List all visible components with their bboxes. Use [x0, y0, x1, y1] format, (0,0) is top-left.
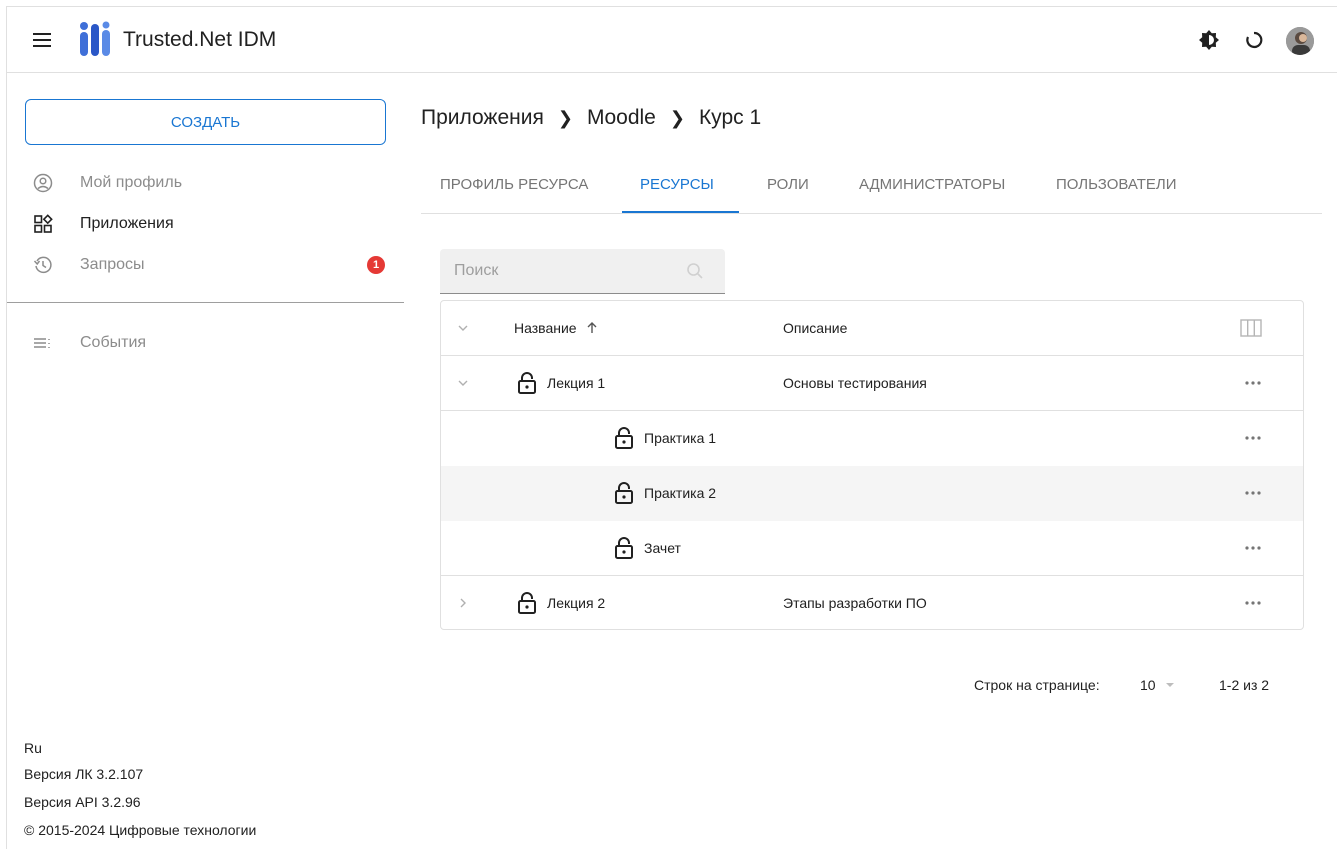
row-name-cell: Зачет [614, 521, 681, 575]
sidebar-item-label: Запросы [80, 256, 145, 273]
rows-per-page-select[interactable]: 10 [1140, 677, 1176, 693]
row-name: Практика 1 [644, 430, 717, 446]
resources-table: Название Описание Лекция 1 Основы тестир… [440, 300, 1304, 630]
row-description: Основы тестирования [783, 375, 927, 391]
sidebar-item-applications[interactable]: Приложения [32, 213, 174, 235]
breadcrumb-item-moodle[interactable]: Moodle [587, 106, 656, 130]
sidebar-item-label: События [80, 334, 147, 351]
tab-administrators[interactable]: АДМИНИСТРАТОРЫ [859, 176, 1005, 193]
rows-per-page-value: 10 [1140, 677, 1156, 693]
table-row[interactable]: Лекция 1 Основы тестирования [441, 356, 1303, 411]
avatar[interactable] [1286, 27, 1314, 55]
search-input[interactable] [440, 249, 680, 293]
sidebar-item-profile[interactable]: Мой профиль [32, 172, 182, 194]
column-header-label: Название [514, 320, 577, 336]
sidebar-item-label: Мой профиль [80, 174, 183, 191]
table-row[interactable]: Практика 2 [441, 466, 1303, 521]
columns-settings-icon[interactable] [1239, 317, 1263, 339]
lock-open-icon [518, 372, 536, 394]
tab-resource-profile[interactable]: ПРОФИЛЬ РЕСУРСА [440, 176, 588, 193]
breadcrumb-item-applications[interactable]: Приложения [421, 106, 544, 130]
lock-open-icon [615, 482, 633, 504]
refresh-icon[interactable] [1242, 28, 1266, 52]
more-options-icon[interactable] [1243, 378, 1263, 388]
row-name-cell: Практика 1 [614, 411, 716, 465]
api-version: Версия API 3.2.96 [24, 794, 141, 810]
dropdown-arrow-icon [1165, 683, 1174, 687]
column-header-description[interactable]: Описание [783, 301, 847, 355]
row-name: Лекция 1 [547, 375, 606, 391]
tabs: ПРОФИЛЬ РЕСУРСА РЕСУРСЫ РОЛИ АДМИНИСТРАТ… [421, 160, 1322, 214]
chevron-right-icon: ❯ [557, 107, 573, 128]
tab-roles[interactable]: РОЛИ [767, 176, 809, 193]
tab-users[interactable]: ПОЛЬЗОВАТЕЛИ [1056, 176, 1177, 193]
row-name: Зачет [644, 540, 681, 556]
chevron-right-icon: ❯ [669, 107, 685, 128]
lock-open-icon [518, 592, 536, 614]
create-button[interactable]: СОЗДАТЬ [25, 99, 386, 145]
row-description: Этапы разработки ПО [783, 595, 927, 611]
pagination-range: 1-2 из 2 [1219, 677, 1270, 693]
breadcrumb-item-course: Курс 1 [698, 106, 762, 129]
row-name-cell: Лекция 1 [517, 356, 605, 410]
row-name: Лекция 2 [547, 595, 606, 611]
menu-icon[interactable] [31, 29, 53, 51]
app-logo-icon [80, 21, 110, 56]
more-options-icon[interactable] [1243, 598, 1263, 608]
lock-open-icon [615, 537, 633, 559]
sidebar-divider [7, 302, 404, 303]
account-circle-icon [32, 172, 54, 194]
row-name-cell: Лекция 2 [517, 576, 606, 629]
more-options-icon[interactable] [1243, 488, 1263, 498]
more-options-icon[interactable] [1243, 433, 1263, 443]
chevron-down-icon[interactable] [455, 375, 471, 391]
more-options-icon[interactable] [1243, 543, 1263, 553]
active-tab-indicator [622, 211, 739, 213]
sort-ascending-icon[interactable] [585, 321, 599, 335]
language-selector[interactable]: Ru [24, 740, 42, 756]
theme-toggle-icon[interactable] [1197, 28, 1221, 52]
event-list-icon [32, 332, 54, 354]
top-app-bar: Trusted.Net IDM [7, 7, 1337, 73]
requests-badge: 1 [367, 256, 385, 274]
apps-icon [32, 213, 54, 235]
table-row[interactable]: Лекция 2 Этапы разработки ПО [441, 576, 1303, 629]
row-name: Практика 2 [644, 485, 717, 501]
sidebar-item-requests[interactable]: Запросы [32, 254, 145, 276]
lk-version: Версия ЛК 3.2.107 [24, 766, 144, 782]
rows-per-page-label: Строк на странице: [974, 677, 1100, 693]
breadcrumb: Приложения ❯ Moodle ❯ Курс 1 [421, 106, 761, 130]
copyright: © 2015-2024 Цифровые технологии [24, 822, 257, 838]
chevron-down-icon[interactable] [455, 320, 471, 336]
column-header-name[interactable]: Название [514, 301, 599, 355]
sidebar-item-label: Приложения [80, 215, 174, 232]
sidebar-item-events[interactable]: События [32, 332, 146, 354]
chevron-right-icon[interactable] [455, 595, 471, 611]
tab-resources[interactable]: РЕСУРСЫ [640, 176, 714, 193]
search-box [440, 249, 725, 294]
history-icon [32, 254, 54, 276]
lock-open-icon [615, 427, 633, 449]
search-icon[interactable] [686, 262, 704, 280]
app-title: Trusted.Net IDM [123, 28, 277, 51]
table-row[interactable]: Зачет [441, 521, 1303, 576]
row-name-cell: Практика 2 [614, 466, 716, 520]
table-row[interactable]: Практика 1 [441, 411, 1303, 466]
table-header-row: Название Описание [441, 301, 1303, 356]
